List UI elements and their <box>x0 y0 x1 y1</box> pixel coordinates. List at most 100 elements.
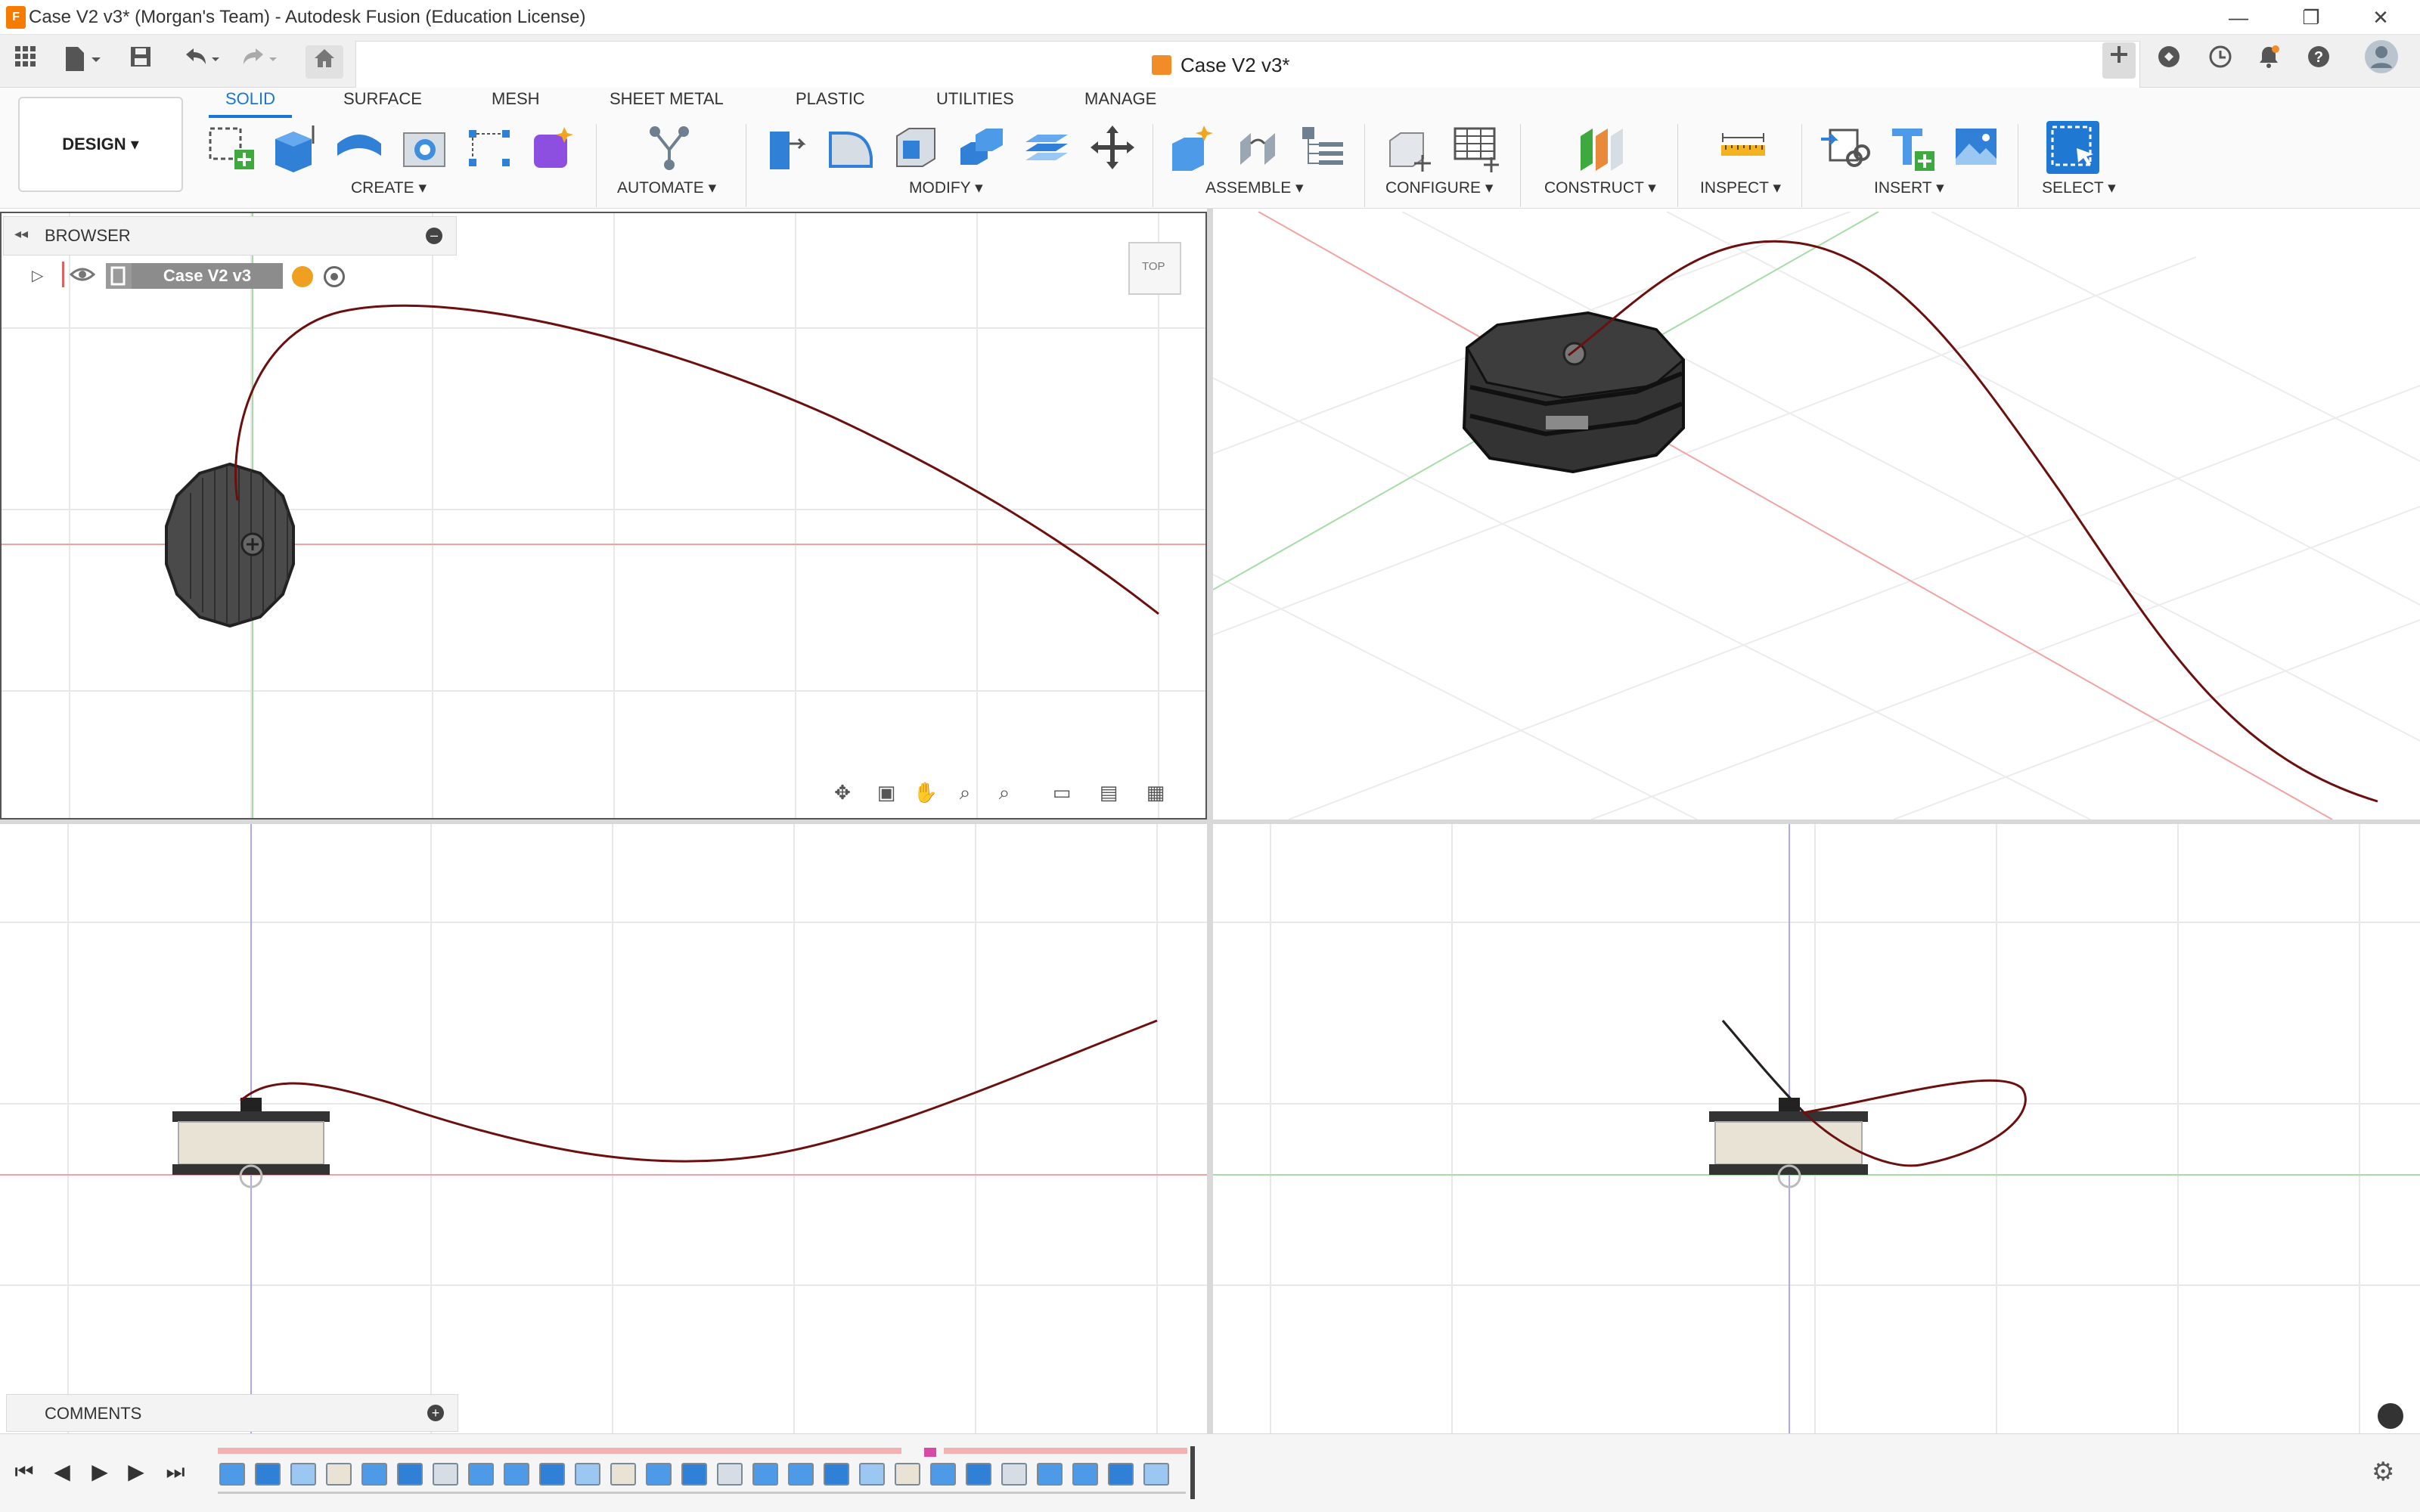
minimize-browser-button[interactable]: – <box>426 228 442 244</box>
press-pull-icon[interactable] <box>759 121 812 174</box>
tab-sheet-metal[interactable]: SHEET METAL <box>610 88 724 118</box>
tab-manage[interactable]: MANAGE <box>1084 88 1156 118</box>
timeline-feature[interactable] <box>895 1463 920 1486</box>
orbit-icon[interactable]: ✥ <box>827 779 858 806</box>
timeline-feature[interactable] <box>290 1463 316 1486</box>
group-insert[interactable]: INSERT ▾ <box>1874 178 1944 197</box>
configure-icon[interactable] <box>1384 121 1437 174</box>
step-back-icon[interactable]: ◀ <box>47 1457 77 1487</box>
timeline-feature[interactable] <box>575 1463 600 1486</box>
redo-icon[interactable] <box>236 44 281 77</box>
clock-icon[interactable] <box>2205 44 2235 77</box>
timeline-feature[interactable] <box>824 1463 849 1486</box>
grid-icon[interactable] <box>11 44 41 77</box>
component-name[interactable]: Case V2 v3 <box>132 263 283 289</box>
bell-icon[interactable] <box>2254 44 2284 77</box>
viewport-top[interactable]: TOP <box>0 212 1207 820</box>
display-settings-icon[interactable]: ▭ <box>1047 779 1077 806</box>
avatar-icon[interactable] <box>2364 39 2399 82</box>
document-tab[interactable]: Case V2 v3* ✕ <box>355 41 2140 88</box>
step-forward-icon[interactable]: ▶ <box>121 1457 151 1487</box>
form-icon[interactable] <box>528 121 581 174</box>
minimize-button[interactable]: — <box>2208 0 2269 35</box>
bill-of-materials-icon[interactable] <box>1296 121 1349 174</box>
configuration-table-icon[interactable] <box>1449 121 1502 174</box>
close-window-button[interactable]: ✕ <box>2350 0 2411 35</box>
fit-icon[interactable]: ⌕ <box>989 779 1019 806</box>
insert-canvas-icon[interactable] <box>1950 121 2003 174</box>
timeline-feature[interactable] <box>966 1463 991 1486</box>
timeline-feature[interactable] <box>219 1463 245 1486</box>
new-component-icon[interactable] <box>1166 121 1219 174</box>
plus-icon[interactable] <box>2102 42 2136 79</box>
group-configure[interactable]: CONFIGURE ▾ <box>1385 178 1493 197</box>
viewports-icon[interactable]: ▦ <box>1140 779 1171 806</box>
add-comment-button[interactable]: + <box>427 1405 444 1421</box>
insert-derive-icon[interactable] <box>1820 121 1872 174</box>
tab-solid[interactable]: SOLID <box>209 88 293 118</box>
combine-icon[interactable] <box>954 121 1007 174</box>
help-icon[interactable]: ? <box>2304 44 2334 77</box>
timeline-feature[interactable] <box>1037 1463 1063 1486</box>
pan-icon[interactable]: ✋ <box>911 779 941 806</box>
look-at-icon[interactable]: ▣ <box>871 779 901 806</box>
share-icon[interactable] <box>2378 1403 2403 1429</box>
case-model-front[interactable] <box>172 1098 330 1188</box>
go-to-start-icon[interactable]: ⏮ <box>9 1457 39 1487</box>
undo-icon[interactable] <box>178 44 224 77</box>
joint-icon[interactable] <box>1231 121 1284 174</box>
select-icon[interactable] <box>2046 121 2099 174</box>
group-automate[interactable]: AUTOMATE ▾ <box>617 178 716 197</box>
measure-icon[interactable] <box>1717 121 1770 174</box>
case-model-top[interactable] <box>165 462 295 628</box>
timeline-feature[interactable] <box>326 1463 352 1486</box>
gear-icon[interactable]: ⚙ <box>2372 1457 2394 1487</box>
timeline-feature[interactable] <box>468 1463 494 1486</box>
workspace-switcher[interactable]: DESIGN ▾ <box>18 97 183 192</box>
move-icon[interactable] <box>1086 121 1139 174</box>
group-construct[interactable]: CONSTRUCT ▾ <box>1544 178 1656 197</box>
group-create[interactable]: CREATE ▾ <box>351 178 427 197</box>
restore-button[interactable]: ❐ <box>2281 0 2341 35</box>
extension-icon[interactable] <box>2154 44 2184 77</box>
timeline-feature[interactable] <box>1143 1463 1169 1486</box>
tab-mesh[interactable]: MESH <box>492 88 540 118</box>
viewport-right[interactable] <box>1213 824 2420 1433</box>
timeline-feature[interactable] <box>930 1463 956 1486</box>
create-sketch-icon[interactable] <box>204 121 257 174</box>
group-select[interactable]: SELECT ▾ <box>2042 178 2116 197</box>
timeline-feature[interactable] <box>859 1463 885 1486</box>
save-icon[interactable] <box>126 44 156 77</box>
expand-chevron-icon[interactable]: ▷ <box>32 266 43 285</box>
browser-panel[interactable]: ◂◂ BROWSER – <box>3 216 457 256</box>
timeline-feature[interactable] <box>539 1463 565 1486</box>
timeline-feature[interactable] <box>717 1463 743 1486</box>
revolve-icon[interactable] <box>333 121 386 174</box>
timeline-feature[interactable] <box>504 1463 529 1486</box>
timeline-feature[interactable] <box>681 1463 707 1486</box>
shell-icon[interactable] <box>889 121 942 174</box>
tab-surface[interactable]: SURFACE <box>343 88 422 118</box>
viewport-front[interactable]: COMMENTS + <box>0 824 1207 1433</box>
go-to-end-icon[interactable]: ⏭ <box>160 1457 191 1487</box>
construct-plane-icon[interactable] <box>1573 121 1626 174</box>
collapse-browser-icon[interactable]: ◂◂ <box>14 226 28 242</box>
group-modify[interactable]: MODIFY ▾ <box>909 178 983 197</box>
view-cube[interactable]: TOP <box>1128 242 1181 295</box>
file-icon[interactable] <box>59 44 104 77</box>
viewport-divider-horizontal[interactable] <box>0 820 2420 824</box>
radio-activate-icon[interactable] <box>324 266 345 287</box>
automate-icon[interactable] <box>643 121 696 174</box>
hole-icon[interactable] <box>398 121 451 174</box>
viewport-perspective[interactable] <box>1213 212 2420 820</box>
play-icon[interactable]: ▶ <box>85 1457 115 1487</box>
browser-root-component[interactable]: ▷ Case V2 v3 <box>27 260 345 290</box>
extrude-icon[interactable] <box>268 121 321 174</box>
zoom-icon[interactable]: ⌕ <box>950 779 980 806</box>
case-model-perspective[interactable] <box>1462 311 1686 474</box>
insert-mcmaster-icon[interactable] <box>1885 121 1938 174</box>
timeline-feature[interactable] <box>610 1463 636 1486</box>
timeline-feature[interactable] <box>1108 1463 1134 1486</box>
timeline-feature[interactable] <box>361 1463 387 1486</box>
group-assemble[interactable]: ASSEMBLE ▾ <box>1205 178 1304 197</box>
